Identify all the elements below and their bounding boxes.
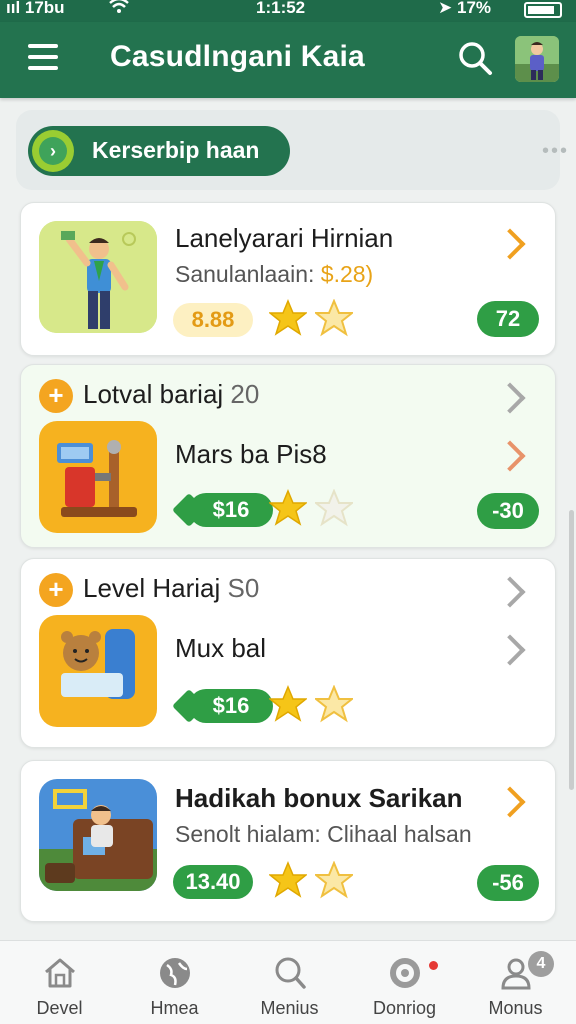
filter-chip-label: Kerserbip haan	[92, 137, 260, 163]
nav-label: Donriog	[372, 998, 437, 1018]
list-item[interactable]: + Lotval bariaj 20 Mars ba Pis8 $16 -30	[20, 364, 556, 548]
star-outline-icon	[315, 489, 353, 527]
notification-badge: 4	[528, 951, 554, 977]
nav-item-devel[interactable]: Devel	[2, 941, 117, 1024]
star-filled-icon	[269, 685, 307, 722]
nav-label: Menius	[260, 998, 319, 1018]
item-thumbnail	[39, 221, 157, 333]
search-icon[interactable]	[457, 40, 493, 76]
item-thumbnail	[39, 779, 157, 891]
score-badge: 72	[477, 301, 539, 337]
nav-item-monus[interactable]: 4 Monus	[458, 941, 573, 1024]
item-subtitle: Senolt hialam: Clihaal halsan	[175, 821, 472, 847]
item-thumbnail	[39, 421, 157, 533]
plus-icon[interactable]: +	[39, 379, 73, 413]
item-subtitle: Sanulanlaain: $.28)	[175, 261, 374, 287]
search-icon	[275, 957, 306, 989]
score-badge: -56	[477, 865, 539, 901]
home-icon	[45, 958, 75, 988]
list-item[interactable]: Lanelyarari Hirnian Sanulanlaain: $.28) …	[20, 202, 556, 356]
star-filled-icon	[269, 299, 307, 336]
item-header: Lotval bariaj 20	[83, 379, 260, 409]
star-outline-icon	[315, 685, 353, 723]
chevron-circle-icon: ›	[32, 130, 74, 172]
clock: 1:1:52	[256, 0, 306, 17]
signal-indicator: ııl 17bu	[6, 0, 65, 17]
globe-icon	[160, 958, 190, 988]
item-title: Mux bal	[175, 633, 267, 663]
battery-percent: ➤ 17%	[438, 0, 492, 17]
star-outline-icon	[315, 299, 353, 337]
battery-icon	[524, 2, 562, 18]
star-filled-icon	[269, 861, 307, 898]
star-outline-icon	[315, 861, 353, 899]
bottom-nav: Devel Hmea Menius Donriog 4 Monus	[0, 940, 576, 1024]
notification-dot	[429, 961, 438, 970]
item-title: Mars ba Pis8	[175, 439, 327, 469]
price-badge: 13.40	[173, 865, 253, 899]
chat-icon	[390, 958, 420, 988]
nav-item-donriog[interactable]: Donriog	[347, 941, 462, 1024]
more-options-icon[interactable]: •••	[542, 141, 569, 161]
filter-chip[interactable]: › Kerserbip haan	[28, 126, 290, 176]
app-bar: Casudlngani Kaia	[0, 22, 576, 98]
list-item[interactable]: Hadikah bonux Sarikan Senolt hialam: Cli…	[20, 760, 556, 922]
item-header: Level Hariaj S0	[83, 573, 260, 603]
score-badge: -30	[477, 493, 539, 529]
star-filled-icon	[269, 489, 307, 526]
wifi-icon	[108, 0, 130, 19]
page-title: Casudlngani Kaia	[110, 40, 365, 73]
item-title: Lanelyarari Hirnian	[175, 223, 394, 253]
scrollbar[interactable]	[569, 510, 574, 790]
nav-item-hmea[interactable]: Hmea	[117, 941, 232, 1024]
list-item[interactable]: + Level Hariaj S0 Mux bal $16	[20, 558, 556, 748]
status-bar: ııl 17bu 1:1:52 ➤ 17%	[0, 0, 576, 22]
nav-label: Devel	[36, 998, 83, 1018]
price-tag: $16	[189, 689, 273, 723]
chevron-right-icon[interactable]	[494, 382, 526, 414]
filter-bar: › Kerserbip haan •••	[16, 110, 567, 190]
nav-label: Monus	[488, 998, 543, 1018]
menu-icon[interactable]	[28, 44, 58, 70]
price-tag: $16	[189, 493, 273, 527]
price-badge: 8.88	[173, 303, 253, 337]
avatar[interactable]	[515, 36, 559, 82]
chevron-right-icon[interactable]	[494, 576, 526, 608]
plus-icon[interactable]: +	[39, 573, 73, 607]
chevron-right-icon[interactable]	[494, 228, 526, 260]
nav-label: Hmea	[150, 998, 199, 1018]
nav-item-menius[interactable]: Menius	[232, 941, 347, 1024]
chevron-right-icon[interactable]	[494, 786, 526, 818]
item-thumbnail	[39, 615, 157, 727]
item-title: Hadikah bonux Sarikan	[175, 783, 463, 813]
chevron-right-icon[interactable]	[494, 440, 526, 472]
location-icon: ➤	[438, 0, 453, 17]
chevron-right-icon[interactable]	[494, 634, 526, 666]
